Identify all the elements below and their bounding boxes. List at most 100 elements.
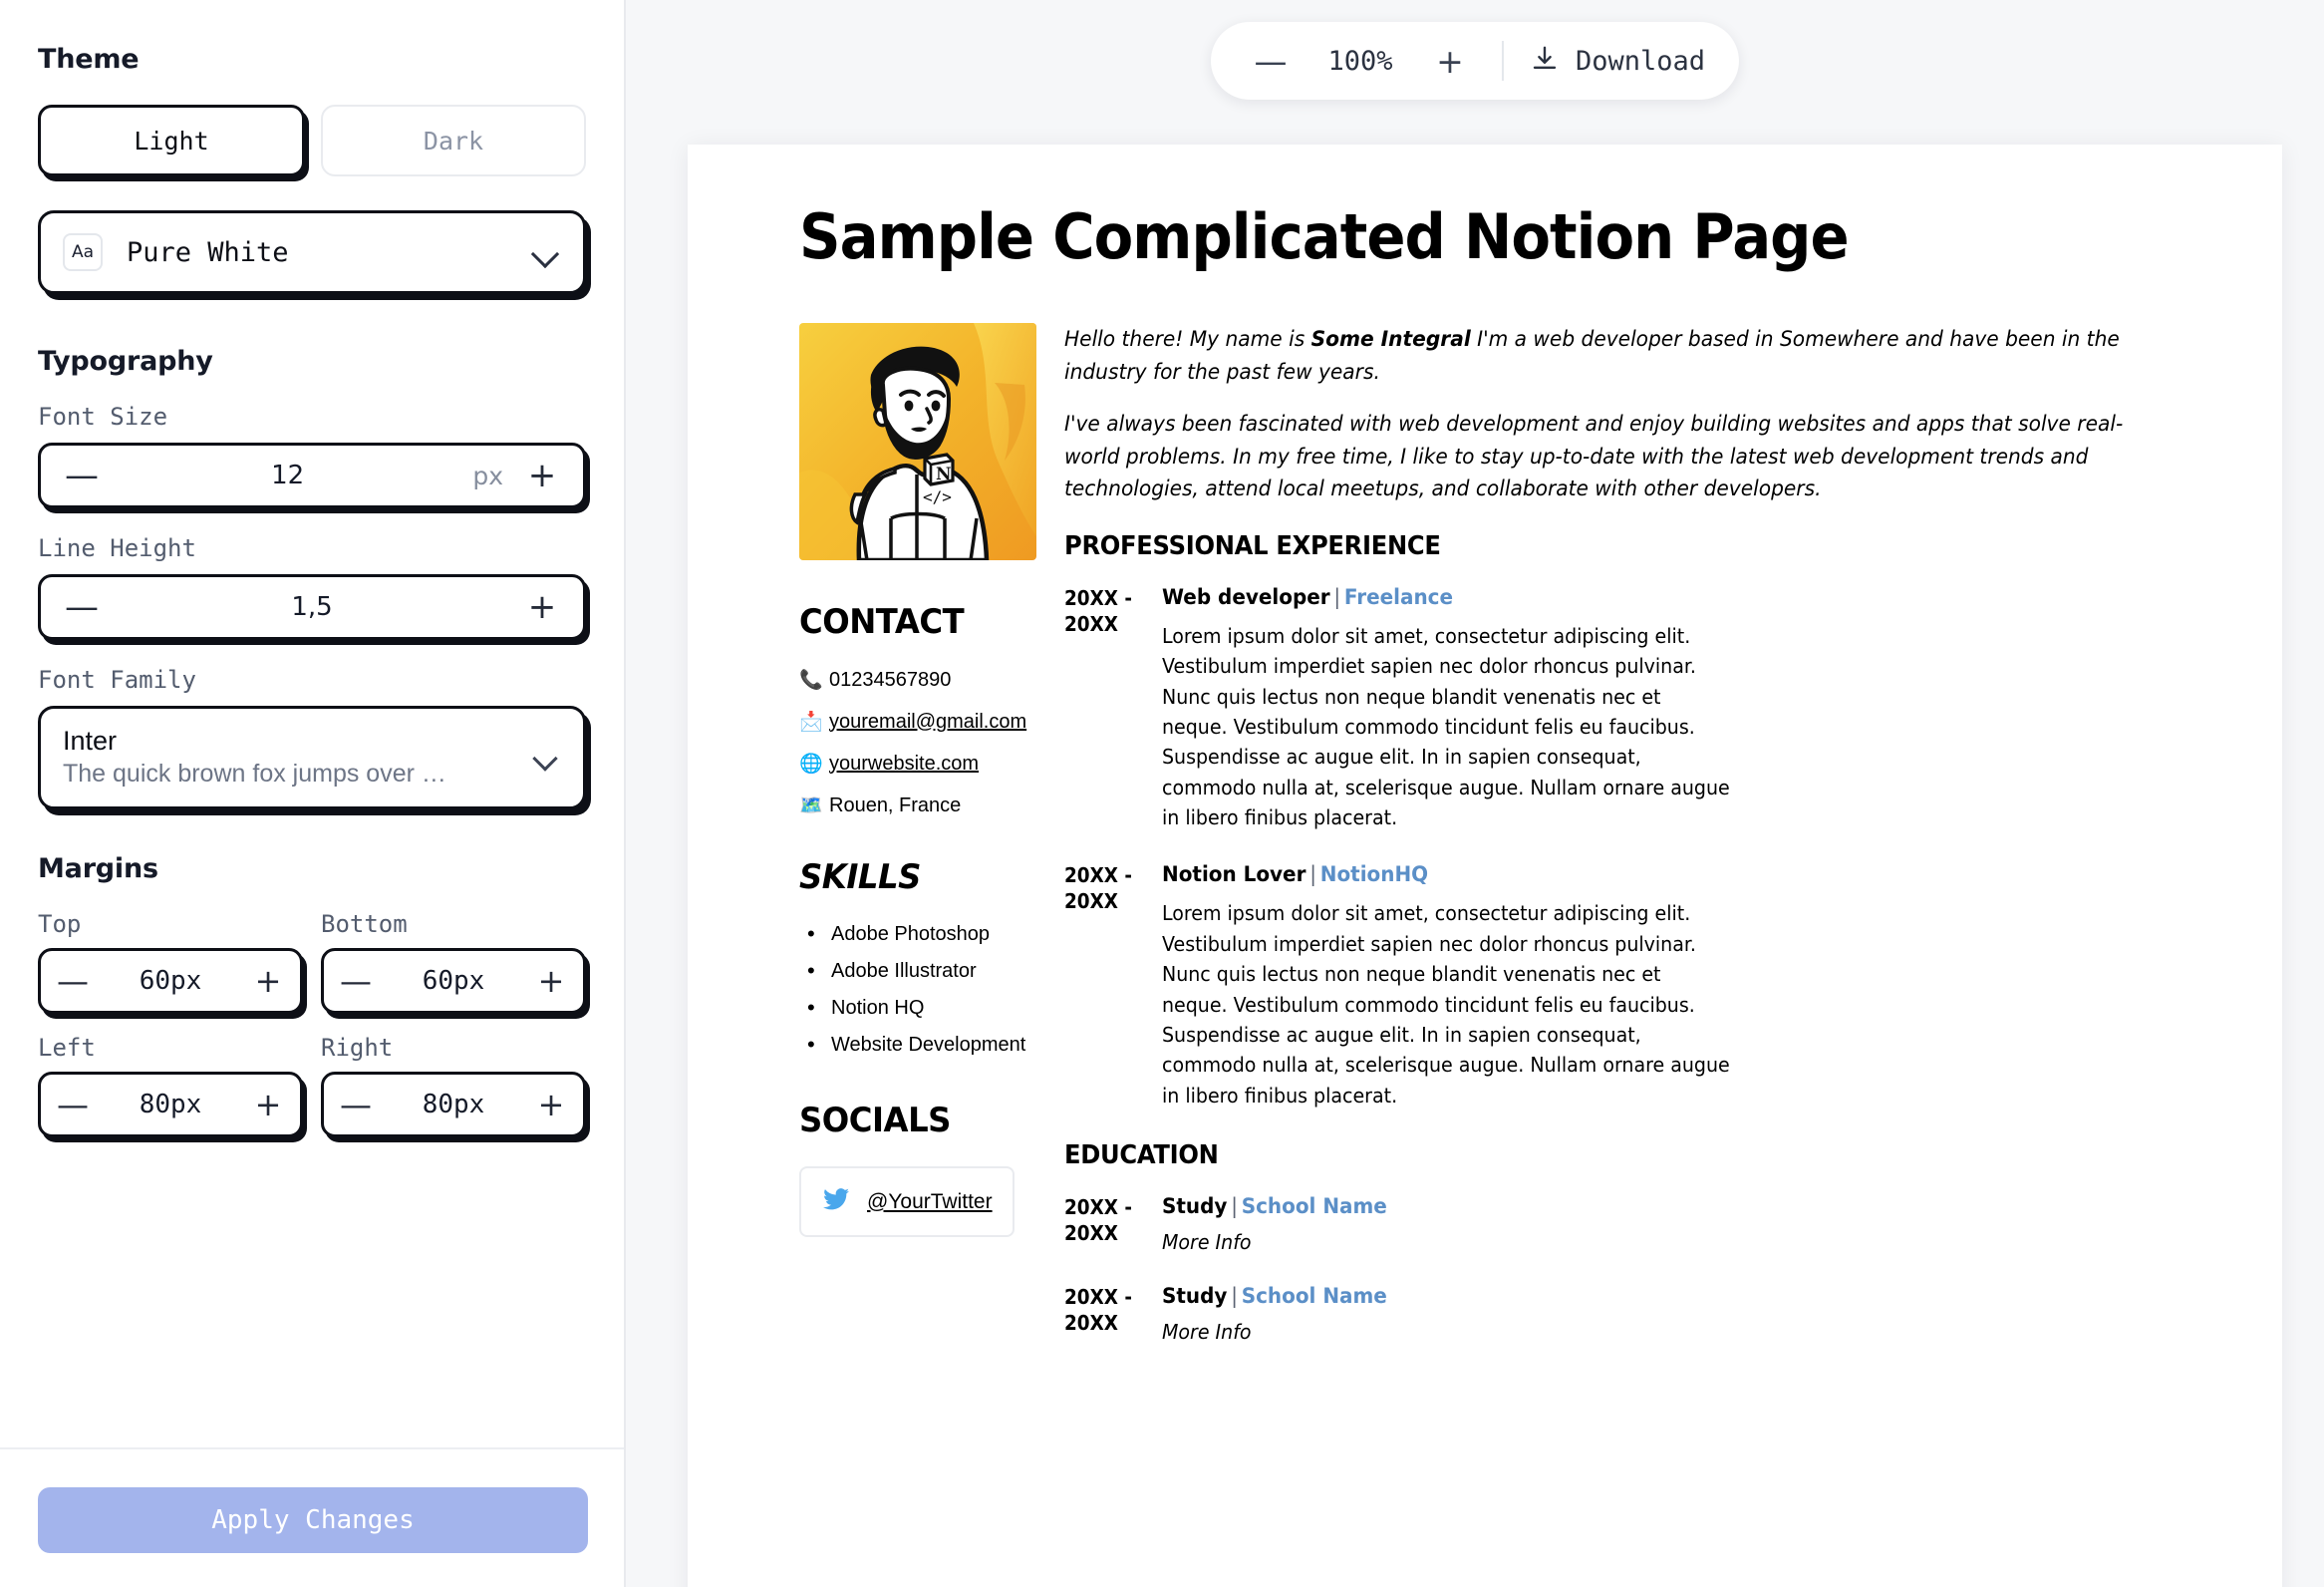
entry-title: Web developer | Freelance (1162, 584, 1454, 609)
preview-toolbar: — 100% + Download (1210, 22, 1740, 100)
chevron-down-icon (533, 750, 561, 766)
entry-title: Study | School Name (1162, 1194, 1387, 1219)
margins-heading: Margins (38, 853, 158, 884)
map-icon: 🗺️ (799, 795, 823, 816)
email-icon: 📩 (799, 712, 823, 733)
margin-bottom-value[interactable]: 60px (374, 966, 533, 996)
margin-right-value[interactable]: 80px (374, 1090, 533, 1119)
entry-org-link[interactable]: NotionHQ (1320, 862, 1428, 886)
margin-left-stepper: — 80px + (38, 1072, 303, 1137)
margin-bottom-increment[interactable]: + (533, 965, 569, 997)
zoom-level-value: 100% (1327, 45, 1393, 77)
line-height-increment[interactable]: + (521, 590, 563, 624)
entry-date: 20XX - 20XX (1064, 863, 1133, 914)
entry-org-link[interactable]: School Name (1242, 1194, 1387, 1218)
app-root: Theme Light Dark Aa Pure White Typograph… (0, 0, 2324, 1587)
twitter-card[interactable]: @YourTwitter (799, 1166, 1015, 1237)
theme-option-dark[interactable]: Dark (321, 105, 586, 176)
preview-canvas: — 100% + Download Sample Complicated Not… (626, 0, 2324, 1587)
font-size-label: Font Size (38, 403, 168, 431)
margin-right-label: Right (321, 1034, 394, 1062)
apply-changes-button[interactable]: Apply Changes (38, 1487, 588, 1553)
margin-left-field: Left — 80px + (38, 1034, 303, 1137)
svg-text:</>: </> (923, 487, 952, 506)
font-size-value[interactable]: 12 (103, 461, 472, 490)
line-height-value[interactable]: 1,5 (103, 592, 521, 622)
list-item: Notion HQ (799, 995, 1036, 1021)
margin-left-increment[interactable]: + (250, 1089, 286, 1120)
margin-left-decrement[interactable]: — (55, 1089, 91, 1120)
entry-date: 20XX - 20XX (1064, 1195, 1133, 1246)
entry-org-link[interactable]: School Name (1242, 1284, 1387, 1308)
margin-left-label: Left (38, 1034, 96, 1062)
document-page: Sample Complicated Notion Page N </> CON… (688, 145, 2282, 1587)
entry-date: 20XX - 20XX (1064, 585, 1133, 636)
zoom-in-button[interactable]: + (1424, 45, 1476, 78)
intro-paragraph-2: I've always been fascinated with web dev… (1064, 412, 2124, 501)
line-height-decrement[interactable]: — (61, 590, 103, 624)
theme-preset-value: Pure White (127, 236, 289, 268)
contact-row: 🗺️ Rouen, France (799, 794, 1036, 817)
contact-email-link[interactable]: youremail@gmail.com (829, 711, 1026, 734)
download-button[interactable]: Download (1530, 44, 1705, 79)
font-size-decrement[interactable]: — (61, 459, 103, 492)
education-entry: 20XX - 20XX Study | School Name More Info (1064, 1194, 2171, 1254)
experience-entry: 20XX - 20XX Web developer | Freelance Lore… (1064, 585, 2171, 833)
margin-bottom-field: Bottom — 60px + (321, 910, 586, 1014)
margin-top-label: Top (38, 910, 82, 938)
font-family-select[interactable]: Inter The quick brown fox jumps over … (38, 706, 586, 809)
margin-right-increment[interactable]: + (533, 1089, 569, 1120)
experience-heading: PROFESSIONAL EXPERIENCE (1064, 530, 1441, 561)
phone-icon: 📞 (799, 670, 823, 691)
toolbar-divider (1501, 41, 1504, 81)
download-label: Download (1575, 45, 1706, 77)
experience-entry: 20XX - 20XX Notion Lover | NotionHQ Lorem … (1064, 862, 2171, 1111)
margin-right-decrement[interactable]: — (338, 1089, 374, 1120)
margin-top-field: Top — 60px + (38, 910, 303, 1014)
education-heading: EDUCATION (1064, 1140, 1219, 1171)
twitter-bird-icon (823, 1188, 849, 1215)
education-entry: 20XX - 20XX Study | School Name More Info (1064, 1284, 2171, 1344)
skills-heading: SKILLS (799, 857, 921, 897)
entry-date: 20XX - 20XX (1064, 1285, 1133, 1336)
chevron-down-icon (531, 243, 561, 261)
theme-toggle-group: Light Dark (38, 105, 586, 176)
list-item: Adobe Photoshop (799, 921, 1036, 947)
twitter-handle-link[interactable]: @YourTwitter (867, 1190, 993, 1214)
theme-option-light[interactable]: Light (38, 105, 305, 176)
document-body: N </> CONTACT 📞 01234567890 📩 youremail@… (799, 323, 2171, 1374)
contact-location-value: Rouen, France (829, 794, 962, 816)
entry-more-info: More Info (1162, 1230, 1252, 1255)
aa-icon: Aa (63, 233, 103, 271)
margin-left-value[interactable]: 80px (91, 1090, 250, 1119)
settings-sidebar: Theme Light Dark Aa Pure White Typograph… (0, 0, 626, 1587)
skills-list: Adobe Photoshop Adobe Illustrator Notion… (799, 921, 1036, 1058)
font-size-unit: px (472, 461, 503, 490)
entry-more-info: More Info (1162, 1320, 1252, 1345)
page-title: Sample Complicated Notion Page (799, 200, 1850, 273)
margin-top-value[interactable]: 60px (91, 966, 250, 996)
font-size-stepper: — 12 px + (38, 443, 586, 508)
margin-bottom-label: Bottom (321, 910, 408, 938)
margin-right-stepper: — 80px + (321, 1072, 586, 1137)
contact-list: 📞 01234567890 📩 youremail@gmail.com 🌐 yo… (799, 668, 1036, 817)
margin-top-increment[interactable]: + (250, 965, 286, 997)
contact-phone-value: 01234567890 (829, 668, 952, 691)
contact-website-link[interactable]: yourwebsite.com (829, 753, 979, 776)
margin-top-stepper: — 60px + (38, 948, 303, 1014)
globe-icon: 🌐 (799, 754, 823, 775)
contact-heading: CONTACT (799, 602, 965, 642)
avatar: N </> (799, 323, 1036, 560)
entry-title: Notion Lover | NotionHQ (1162, 862, 1429, 887)
zoom-out-button[interactable]: — (1245, 45, 1297, 78)
entry-title: Study | School Name (1162, 1284, 1387, 1309)
line-height-stepper: — 1,5 + (38, 574, 586, 640)
font-family-value: Inter (63, 725, 118, 756)
margin-top-decrement[interactable]: — (55, 965, 91, 997)
theme-preset-select[interactable]: Aa Pure White (38, 210, 586, 294)
margin-bottom-decrement[interactable]: — (338, 965, 374, 997)
font-size-increment[interactable]: + (521, 459, 563, 492)
document-right-column: Hello there! My name is Some Integral I'… (1064, 323, 2171, 1374)
margins-grid: Top — 60px + Bottom — 60px + Left — 80px… (38, 910, 586, 1137)
entry-org-link[interactable]: Freelance (1344, 585, 1453, 609)
